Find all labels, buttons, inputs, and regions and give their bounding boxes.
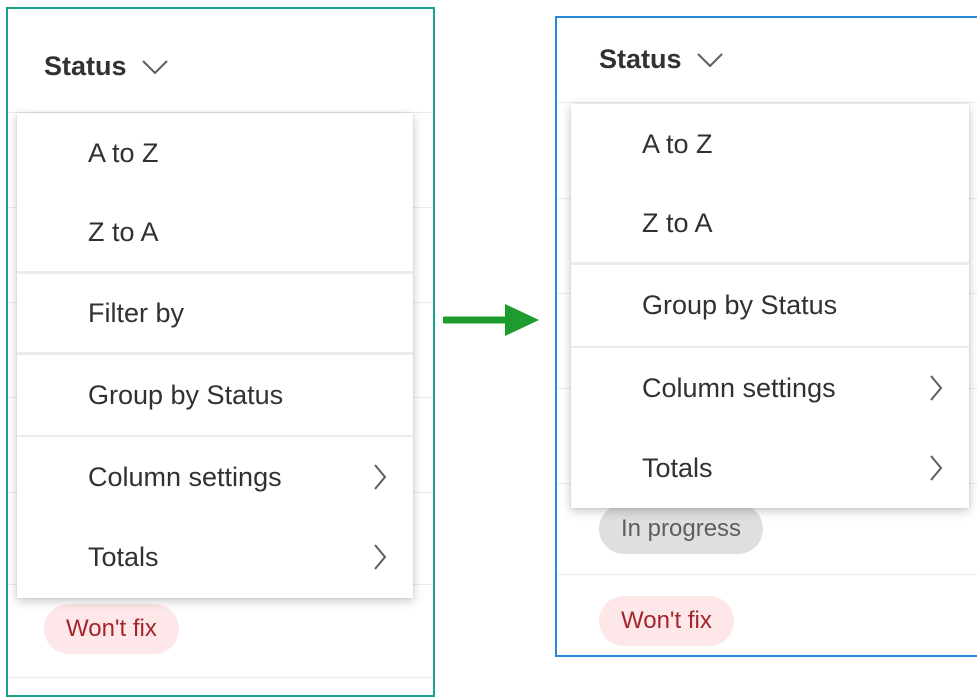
- inprogress-pill: In progress: [599, 504, 764, 554]
- chevron-down-icon: [696, 52, 723, 67]
- menu-item-label: A to Z: [642, 128, 713, 159]
- menu-item-label: Group by Status: [642, 289, 838, 320]
- chevron-right-icon: [930, 375, 943, 401]
- column-context-menu: A to Z Z to A Filter by Group by Status …: [17, 113, 413, 598]
- menu-item-label: Filter by: [88, 297, 185, 328]
- menu-item-label: Z to A: [88, 216, 159, 247]
- menu-item-totals[interactable]: Totals: [17, 517, 413, 597]
- menu-item-sort-asc[interactable]: A to Z: [17, 113, 413, 193]
- before-panel: Status Won't fix A to Z Z to A Filter by…: [6, 7, 435, 697]
- row-separator: [8, 677, 433, 678]
- wontfix-pill: Won't fix: [599, 596, 734, 646]
- after-panel: Status In progress Won't fix A to Z Z to…: [555, 16, 977, 657]
- menu-item-filter[interactable]: Filter by: [17, 274, 413, 352]
- menu-item-totals[interactable]: Totals: [571, 428, 969, 508]
- menu-item-label: Column settings: [642, 372, 836, 403]
- menu-item-sort-desc[interactable]: Z to A: [571, 184, 969, 262]
- menu-item-label: Group by Status: [88, 379, 284, 410]
- chevron-right-icon: [930, 455, 943, 481]
- wontfix-pill: Won't fix: [44, 604, 179, 654]
- row-separator: [557, 574, 977, 575]
- menu-item-column-settings[interactable]: Column settings: [571, 348, 969, 428]
- chevron-right-icon: [374, 464, 387, 490]
- chevron-down-icon: [141, 59, 168, 74]
- menu-item-label: Totals: [88, 541, 159, 572]
- row-separator: [557, 102, 977, 103]
- column-header-label: Status: [44, 51, 127, 81]
- menu-item-column-settings[interactable]: Column settings: [17, 437, 413, 517]
- arrow-right-icon: [443, 304, 539, 336]
- menu-item-sort-desc[interactable]: Z to A: [17, 193, 413, 271]
- menu-item-sort-asc[interactable]: A to Z: [571, 104, 969, 184]
- menu-item-group-by[interactable]: Group by Status: [17, 355, 413, 435]
- column-header-label: Status: [599, 44, 682, 74]
- menu-item-label: Totals: [642, 452, 713, 483]
- chevron-right-icon: [374, 544, 387, 570]
- status-column-header[interactable]: Status: [44, 51, 169, 82]
- menu-item-label: Column settings: [88, 461, 282, 492]
- menu-item-label: Z to A: [642, 207, 713, 238]
- status-column-header[interactable]: Status: [599, 44, 724, 75]
- menu-item-group-by[interactable]: Group by Status: [571, 265, 969, 345]
- column-context-menu: A to Z Z to A Group by Status Column set…: [571, 104, 969, 508]
- menu-item-label: A to Z: [88, 137, 159, 168]
